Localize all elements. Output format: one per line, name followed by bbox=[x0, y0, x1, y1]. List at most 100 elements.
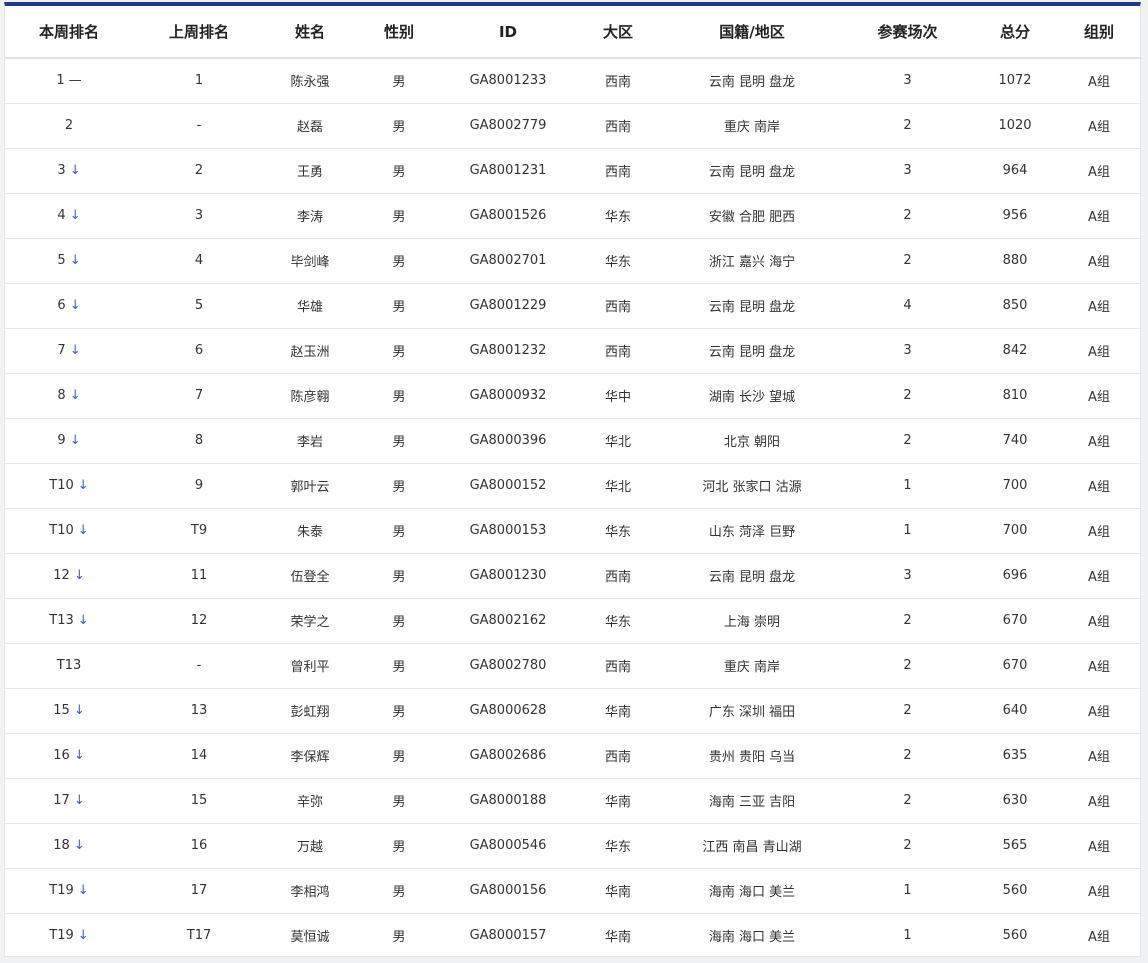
cell-location: 浙江 嘉兴 海宁 bbox=[708, 255, 796, 270]
rank-value: T10 bbox=[49, 478, 74, 493]
cell-id: GA8000546 bbox=[469, 838, 547, 853]
cell-id: GA8001230 bbox=[469, 568, 547, 583]
cell-id: GA8002779 bbox=[469, 118, 547, 133]
table-row[interactable]: 12 ↓ 11 伍登全 男 GA8001230 西南 云南 昆明 盘龙 3 696 A组 bbox=[5, 553, 1142, 598]
cell-group: A组 bbox=[1088, 660, 1110, 675]
cell-location: 海南 海口 美兰 bbox=[708, 930, 796, 946]
table-row[interactable]: T19 ↓ T17 莫恒诚 男 GA8000157 华南 海南 海口 美兰 1 560 A组 bbox=[5, 913, 1142, 958]
cell-region: 华南 bbox=[604, 930, 631, 946]
cell-games: 2 bbox=[903, 793, 912, 808]
cell-score: 956 bbox=[1002, 208, 1028, 223]
cell-location: 河北 张家口 沽源 bbox=[702, 480, 802, 495]
table-row[interactable]: 5 ↓ 4 毕剑峰 男 GA8002701 华东 浙江 嘉兴 海宁 2 880 A组 bbox=[5, 238, 1142, 283]
cell-score: 700 bbox=[1002, 523, 1028, 538]
table-row[interactable]: 8 ↓ 7 陈彦翱 男 GA8000932 华中 湖南 长沙 望城 2 810 A组 bbox=[5, 373, 1142, 418]
table-row[interactable]: 18 ↓ 16 万越 男 GA8000546 华东 江西 南昌 青山湖 2 565 A组 bbox=[5, 823, 1142, 868]
cell-games: 3 bbox=[903, 343, 912, 358]
cell-prev-rank: 14 bbox=[190, 748, 208, 763]
cell-region: 华东 bbox=[604, 840, 631, 855]
rank-value: 12 bbox=[53, 568, 70, 583]
cell-gender: 男 bbox=[392, 390, 406, 405]
cell-games: 1 bbox=[903, 883, 912, 898]
table-row[interactable]: T10 ↓ 9 郭叶云 男 GA8000152 华北 河北 张家口 沽源 1 700 A组 bbox=[5, 463, 1142, 508]
table-row[interactable]: 2 - 赵磊 男 GA8002779 西南 重庆 南岸 2 1020 A组 bbox=[5, 103, 1142, 148]
table-row[interactable]: T13 - 曾利平 男 GA8002780 西南 重庆 南岸 2 670 A组 bbox=[5, 643, 1142, 688]
cell-region: 华北 bbox=[604, 480, 631, 495]
header-group[interactable]: 组别 bbox=[1056, 6, 1142, 58]
table-row[interactable]: 15 ↓ 13 彭虹翔 男 GA8000628 华南 广东 深圳 福田 2 640 A组 bbox=[5, 688, 1142, 733]
cell-location: 重庆 南岸 bbox=[723, 660, 781, 675]
cell-games: 1 bbox=[903, 478, 912, 493]
table-row[interactable]: 9 ↓ 8 李岩 男 GA8000396 华北 北京 朝阳 2 740 A组 bbox=[5, 418, 1142, 463]
rank-down-icon: ↓ bbox=[69, 253, 81, 268]
cell-region: 西南 bbox=[604, 570, 631, 585]
cell-rank: 12 ↓ bbox=[5, 553, 133, 598]
header-rank[interactable]: 本周排名 bbox=[5, 6, 133, 58]
cell-prev-rank: 4 bbox=[194, 253, 204, 268]
cell-games: 1 bbox=[903, 523, 912, 538]
cell-rank: 3 ↓ bbox=[5, 148, 133, 193]
table-row[interactable]: T13 ↓ 12 荣学之 男 GA8002162 华东 上海 崇明 2 670 A组 bbox=[5, 598, 1142, 643]
cell-gender: 男 bbox=[392, 660, 406, 675]
header-prev-rank[interactable]: 上周排名 bbox=[133, 6, 265, 58]
cell-games: 2 bbox=[903, 388, 912, 403]
cell-id: GA8000152 bbox=[469, 478, 547, 493]
cell-name: 万越 bbox=[296, 840, 323, 855]
cell-prev-rank: 6 bbox=[194, 343, 204, 358]
table-row[interactable]: 1—1 陈永强男 GA8001233 西南 云南 昆明 盘龙 3 1072 A组 bbox=[5, 58, 1142, 103]
table-row[interactable]: T19 ↓ 17 李相鸿 男 GA8000156 华南 海南 海口 美兰 1 560 A组 bbox=[5, 868, 1142, 913]
cell-group: A组 bbox=[1088, 210, 1110, 225]
table-row[interactable]: T10 ↓ T9 朱泰 男 GA8000153 华东 山东 菏泽 巨野 1 700 A组 bbox=[5, 508, 1142, 553]
table-row[interactable]: 3 ↓ 2 王勇男 GA8001231 西南 云南 昆明 盘龙 3 964 A组 bbox=[5, 148, 1142, 193]
cell-games: 1 bbox=[903, 928, 912, 944]
cell-group: A组 bbox=[1088, 75, 1110, 91]
rank-down-icon: ↓ bbox=[77, 613, 89, 628]
cell-group: A组 bbox=[1088, 750, 1110, 765]
cell-id: GA8001526 bbox=[469, 208, 547, 223]
header-name[interactable]: 姓名 bbox=[265, 6, 355, 58]
cell-name: 陈彦翱 bbox=[290, 390, 330, 405]
rank-value: T19 bbox=[49, 928, 74, 944]
cell-rank: 7 ↓ bbox=[5, 328, 133, 373]
cell-group: A组 bbox=[1088, 930, 1110, 946]
cell-group: A组 bbox=[1088, 840, 1110, 855]
header-region[interactable]: 大区 bbox=[573, 6, 663, 58]
rank-value: 8 bbox=[57, 388, 66, 403]
table-body: 1—1 陈永强男 GA8001233 西南 云南 昆明 盘龙 3 1072 A组 2- 赵磊男 GA… bbox=[5, 58, 1142, 958]
header-games[interactable]: 参赛场次 bbox=[841, 6, 974, 58]
cell-gender: 男 bbox=[392, 210, 406, 225]
cell-prev-rank: 2 bbox=[194, 163, 204, 178]
cell-name: 华雄 bbox=[296, 300, 323, 315]
cell-group: A组 bbox=[1088, 255, 1110, 270]
cell-group: A组 bbox=[1088, 390, 1110, 405]
table-row[interactable]: 4 ↓ 3 李涛 男 GA8001526 华东 安徽 合肥 肥西 2 956 A组 bbox=[5, 193, 1142, 238]
table-row[interactable]: 6 ↓ 5 华雄 男 GA8001229 西南 云南 昆明 盘龙 4 850 A组 bbox=[5, 283, 1142, 328]
cell-score: 964 bbox=[1002, 163, 1028, 178]
header-row: 本周排名 上周排名 姓名 性别 ID 大区 国籍/地区 参赛场次 总分 组别 bbox=[5, 6, 1142, 58]
table-header: 本周排名 上周排名 姓名 性别 ID 大区 国籍/地区 参赛场次 总分 组别 bbox=[5, 6, 1142, 58]
table-row[interactable]: 16 ↓ 14 李保辉 男 GA8002686 西南 贵州 贵阳 乌当 2 635 A组 bbox=[5, 733, 1142, 778]
cell-score: 560 bbox=[1002, 928, 1028, 944]
cell-location: 海南 三亚 吉阳 bbox=[708, 795, 796, 810]
rank-value: 1 bbox=[56, 73, 65, 89]
cell-score: 670 bbox=[1002, 613, 1028, 628]
rank-value: 16 bbox=[53, 748, 70, 763]
cell-id: GA8002162 bbox=[469, 613, 547, 628]
table-row[interactable]: 7 ↓ 6 赵玉洲 男 GA8001232 西南 云南 昆明 盘龙 3 842 A组 bbox=[5, 328, 1142, 373]
cell-group: A组 bbox=[1088, 480, 1110, 495]
rank-value: 5 bbox=[57, 253, 66, 268]
header-id[interactable]: ID bbox=[443, 6, 573, 58]
header-location[interactable]: 国籍/地区 bbox=[663, 6, 841, 58]
header-gender[interactable]: 性别 bbox=[355, 6, 443, 58]
header-score[interactable]: 总分 bbox=[974, 6, 1056, 58]
cell-gender: 男 bbox=[392, 120, 406, 135]
cell-rank: T19 ↓ bbox=[5, 913, 133, 958]
rank-unchanged-icon: — bbox=[68, 73, 82, 89]
cell-location: 山东 菏泽 巨野 bbox=[708, 525, 796, 540]
cell-name: 李岩 bbox=[296, 435, 323, 450]
cell-games: 2 bbox=[903, 118, 912, 133]
cell-prev-rank: 8 bbox=[194, 433, 204, 448]
cell-gender: 男 bbox=[392, 75, 406, 91]
table-row[interactable]: 17 ↓ 15 辛弥 男 GA8000188 华南 海南 三亚 吉阳 2 630 A组 bbox=[5, 778, 1142, 823]
rank-value: 7 bbox=[57, 343, 66, 358]
